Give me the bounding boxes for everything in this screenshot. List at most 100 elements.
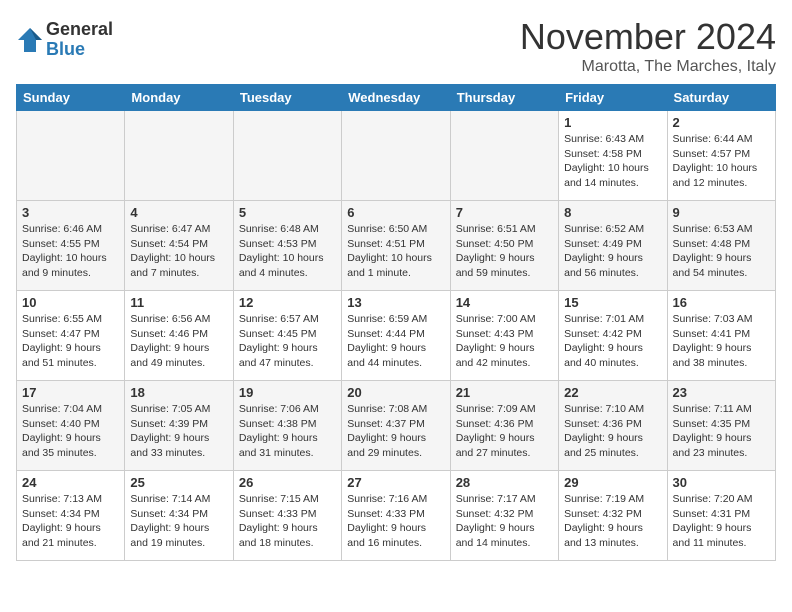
day-number: 15	[564, 295, 661, 310]
day-number: 10	[22, 295, 119, 310]
calendar-cell: 20 Sunrise: 7:08 AM Sunset: 4:37 PM Dayli…	[342, 381, 450, 471]
location-title: Marotta, The Marches, Italy	[520, 58, 776, 76]
calendar-cell: 8Sunrise: 6:52 AM Sunset: 4:49 PM Daylig…	[559, 201, 667, 291]
day-number: 11	[130, 295, 227, 310]
calendar-cell: 25 Sunrise: 7:14 AM Sunset: 4:34 PM Dayli…	[125, 471, 233, 561]
day-info: Sunrise: 6:51 AM Sunset: 4:50 PM Dayligh…	[456, 222, 553, 281]
day-number: 22	[564, 385, 661, 400]
calendar-cell: 30Sunrise: 7:20 AM Sunset: 4:31 PM Dayli…	[667, 471, 775, 561]
calendar-cell: 21 Sunrise: 7:09 AM Sunset: 4:36 PM Dayli…	[450, 381, 558, 471]
calendar-cell	[233, 111, 341, 201]
day-info: Sunrise: 6:43 AM Sunset: 4:58 PM Dayligh…	[564, 132, 661, 191]
calendar-cell: 1 Sunrise: 6:43 AM Sunset: 4:58 PM Daylig…	[559, 111, 667, 201]
calendar-cell: 12Sunrise: 6:57 AM Sunset: 4:45 PM Dayli…	[233, 291, 341, 381]
day-info: Sunrise: 6:56 AM Sunset: 4:46 PM Dayligh…	[130, 312, 227, 371]
day-info: Sunrise: 7:11 AM Sunset: 4:35 PM Dayligh…	[673, 402, 770, 461]
calendar-header-saturday: Saturday	[667, 85, 775, 111]
calendar-cell: 11 Sunrise: 6:56 AM Sunset: 4:46 PM Dayli…	[125, 291, 233, 381]
day-number: 24	[22, 475, 119, 490]
calendar-cell: 13 Sunrise: 6:59 AM Sunset: 4:44 PM Dayli…	[342, 291, 450, 381]
calendar-cell: 4 Sunrise: 6:47 AM Sunset: 4:54 PM Daylig…	[125, 201, 233, 291]
calendar-cell: 27Sunrise: 7:16 AM Sunset: 4:33 PM Dayli…	[342, 471, 450, 561]
day-number: 23	[673, 385, 770, 400]
day-number: 7	[456, 205, 553, 220]
calendar-cell: 15 Sunrise: 7:01 AM Sunset: 4:42 PM Dayli…	[559, 291, 667, 381]
day-number: 28	[456, 475, 553, 490]
logo-general: General	[46, 19, 113, 39]
title-area: November 2024 Marotta, The Marches, Ital…	[520, 16, 776, 76]
calendar-cell: 23 Sunrise: 7:11 AM Sunset: 4:35 PM Dayli…	[667, 381, 775, 471]
day-info: Sunrise: 7:20 AM Sunset: 4:31 PM Dayligh…	[673, 492, 770, 551]
day-info: Sunrise: 7:08 AM Sunset: 4:37 PM Dayligh…	[347, 402, 444, 461]
day-info: Sunrise: 7:01 AM Sunset: 4:42 PM Dayligh…	[564, 312, 661, 371]
logo-blue: Blue	[46, 39, 85, 59]
day-number: 1	[564, 115, 661, 130]
day-number: 4	[130, 205, 227, 220]
calendar-header-tuesday: Tuesday	[233, 85, 341, 111]
day-info: Sunrise: 7:14 AM Sunset: 4:34 PM Dayligh…	[130, 492, 227, 551]
day-info: Sunrise: 7:00 AM Sunset: 4:43 PM Dayligh…	[456, 312, 553, 371]
calendar-cell: 2Sunrise: 6:44 AM Sunset: 4:57 PM Daylig…	[667, 111, 775, 201]
calendar-cell: 24 Sunrise: 7:13 AM Sunset: 4:34 PM Dayli…	[17, 471, 125, 561]
calendar-header-friday: Friday	[559, 85, 667, 111]
calendar-cell: 29Sunrise: 7:19 AM Sunset: 4:32 PM Dayli…	[559, 471, 667, 561]
day-info: Sunrise: 6:59 AM Sunset: 4:44 PM Dayligh…	[347, 312, 444, 371]
day-info: Sunrise: 6:53 AM Sunset: 4:48 PM Dayligh…	[673, 222, 770, 281]
day-number: 13	[347, 295, 444, 310]
calendar-cell: 28 Sunrise: 7:17 AM Sunset: 4:32 PM Dayli…	[450, 471, 558, 561]
calendar-cell: 19Sunrise: 7:06 AM Sunset: 4:38 PM Dayli…	[233, 381, 341, 471]
day-number: 26	[239, 475, 336, 490]
calendar-week-row: 17 Sunrise: 7:04 AM Sunset: 4:40 PM Dayli…	[17, 381, 776, 471]
month-title: November 2024	[520, 16, 776, 58]
day-number: 6	[347, 205, 444, 220]
day-number: 21	[456, 385, 553, 400]
calendar-cell	[17, 111, 125, 201]
day-info: Sunrise: 7:09 AM Sunset: 4:36 PM Dayligh…	[456, 402, 553, 461]
calendar-cell	[125, 111, 233, 201]
day-number: 20	[347, 385, 444, 400]
calendar-cell: 22 Sunrise: 7:10 AM Sunset: 4:36 PM Dayli…	[559, 381, 667, 471]
calendar-body: 1 Sunrise: 6:43 AM Sunset: 4:58 PM Daylig…	[17, 111, 776, 561]
day-number: 19	[239, 385, 336, 400]
calendar-header-wednesday: Wednesday	[342, 85, 450, 111]
logo-icon	[16, 26, 44, 54]
day-info: Sunrise: 6:46 AM Sunset: 4:55 PM Dayligh…	[22, 222, 119, 281]
day-info: Sunrise: 6:48 AM Sunset: 4:53 PM Dayligh…	[239, 222, 336, 281]
calendar-header-monday: Monday	[125, 85, 233, 111]
day-info: Sunrise: 6:55 AM Sunset: 4:47 PM Dayligh…	[22, 312, 119, 371]
day-number: 14	[456, 295, 553, 310]
day-number: 17	[22, 385, 119, 400]
day-number: 25	[130, 475, 227, 490]
day-number: 27	[347, 475, 444, 490]
day-number: 2	[673, 115, 770, 130]
day-info: Sunrise: 7:04 AM Sunset: 4:40 PM Dayligh…	[22, 402, 119, 461]
calendar-cell: 18Sunrise: 7:05 AM Sunset: 4:39 PM Dayli…	[125, 381, 233, 471]
logo: General Blue	[16, 20, 113, 60]
day-info: Sunrise: 7:03 AM Sunset: 4:41 PM Dayligh…	[673, 312, 770, 371]
calendar-cell: 5 Sunrise: 6:48 AM Sunset: 4:53 PM Daylig…	[233, 201, 341, 291]
calendar-header-sunday: Sunday	[17, 85, 125, 111]
day-info: Sunrise: 7:10 AM Sunset: 4:36 PM Dayligh…	[564, 402, 661, 461]
calendar-cell: 7 Sunrise: 6:51 AM Sunset: 4:50 PM Daylig…	[450, 201, 558, 291]
day-number: 3	[22, 205, 119, 220]
day-info: Sunrise: 6:52 AM Sunset: 4:49 PM Dayligh…	[564, 222, 661, 281]
calendar-week-row: 10 Sunrise: 6:55 AM Sunset: 4:47 PM Dayli…	[17, 291, 776, 381]
calendar-cell: 9Sunrise: 6:53 AM Sunset: 4:48 PM Daylig…	[667, 201, 775, 291]
day-info: Sunrise: 6:47 AM Sunset: 4:54 PM Dayligh…	[130, 222, 227, 281]
day-info: Sunrise: 7:17 AM Sunset: 4:32 PM Dayligh…	[456, 492, 553, 551]
day-info: Sunrise: 6:50 AM Sunset: 4:51 PM Dayligh…	[347, 222, 444, 281]
day-number: 12	[239, 295, 336, 310]
calendar-table: SundayMondayTuesdayWednesdayThursdayFrid…	[16, 84, 776, 561]
calendar-week-row: 3 Sunrise: 6:46 AM Sunset: 4:55 PM Daylig…	[17, 201, 776, 291]
day-info: Sunrise: 7:13 AM Sunset: 4:34 PM Dayligh…	[22, 492, 119, 551]
day-number: 5	[239, 205, 336, 220]
calendar-cell: 14 Sunrise: 7:00 AM Sunset: 4:43 PM Dayli…	[450, 291, 558, 381]
day-number: 29	[564, 475, 661, 490]
calendar-week-row: 1 Sunrise: 6:43 AM Sunset: 4:58 PM Daylig…	[17, 111, 776, 201]
day-number: 16	[673, 295, 770, 310]
day-number: 18	[130, 385, 227, 400]
day-info: Sunrise: 7:15 AM Sunset: 4:33 PM Dayligh…	[239, 492, 336, 551]
calendar-header-thursday: Thursday	[450, 85, 558, 111]
calendar-header-row: SundayMondayTuesdayWednesdayThursdayFrid…	[17, 85, 776, 111]
page-header: General Blue November 2024 Marotta, The …	[16, 16, 776, 76]
